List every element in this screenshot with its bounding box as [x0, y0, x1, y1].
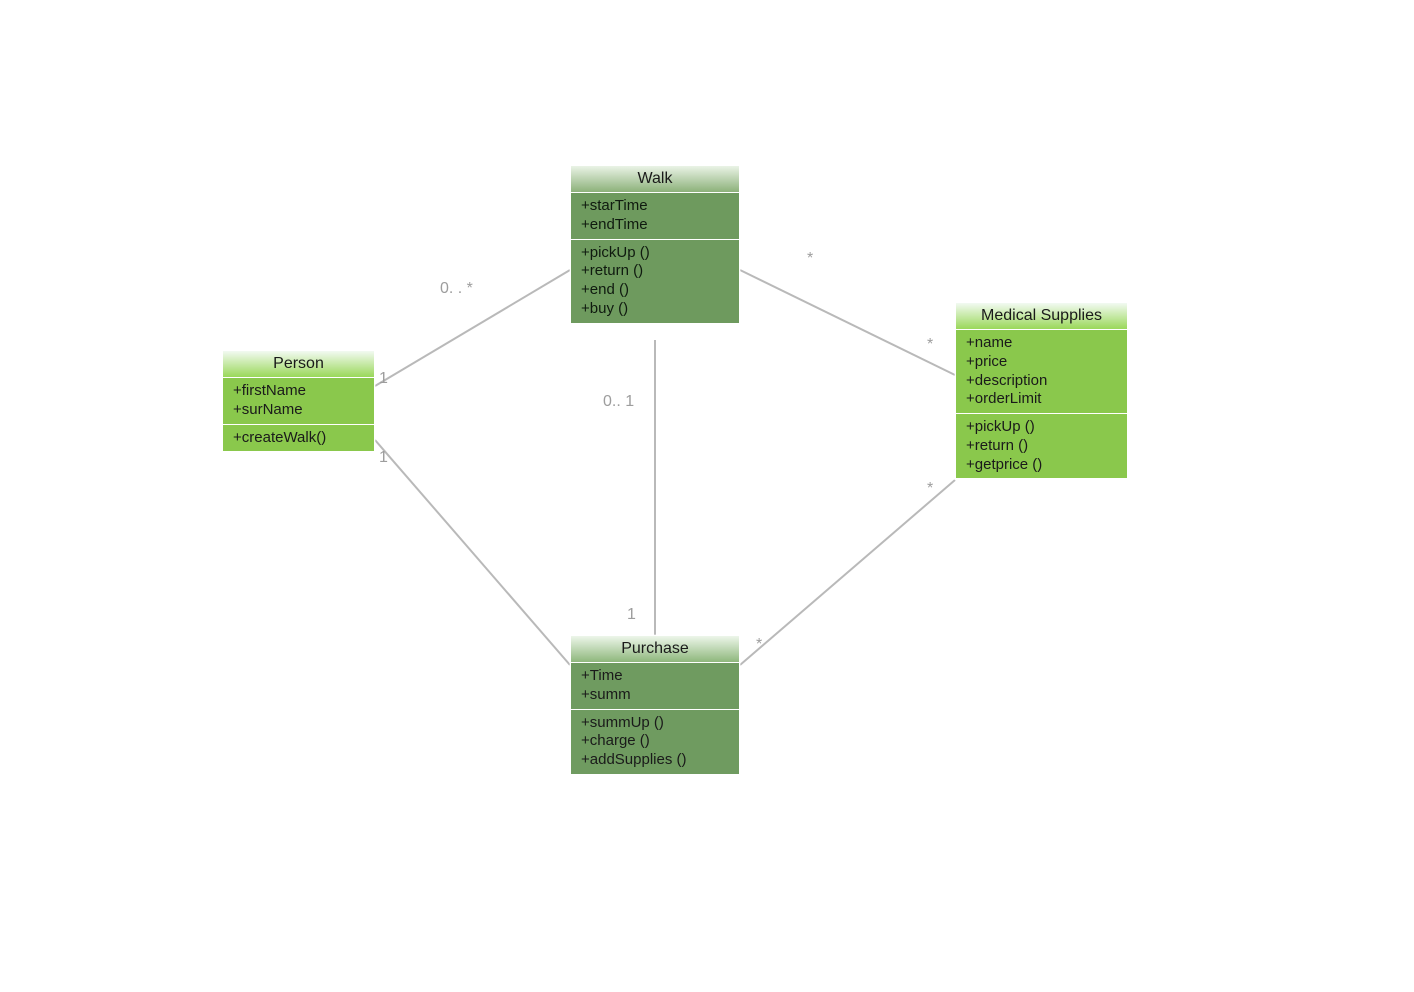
- op: +pickUp (): [966, 418, 1117, 437]
- class-person-header: Person: [223, 351, 374, 378]
- mult-walk-purchase-walk: 0.. 1: [603, 393, 634, 411]
- op: +addSupplies (): [581, 751, 729, 770]
- mult-walk-purchase-purchase: 1: [627, 606, 636, 624]
- diagram-canvas: 1 0. . * 1 * * * * 0.. 1 1 Person +first…: [0, 0, 1414, 992]
- attr: +firstName: [233, 382, 364, 401]
- op: +buy (): [581, 300, 729, 319]
- class-walk-header: Walk: [571, 166, 739, 193]
- class-purchase-header: Purchase: [571, 636, 739, 663]
- class-medical-ops: +pickUp () +return () +getprice (): [956, 414, 1127, 478]
- class-medical[interactable]: Medical Supplies +name +price +descripti…: [955, 302, 1128, 479]
- class-walk[interactable]: Walk +starTime +endTime +pickUp () +retu…: [570, 165, 740, 324]
- class-medical-header: Medical Supplies: [956, 303, 1127, 330]
- connectors: [0, 0, 1414, 992]
- attr: +orderLimit: [966, 390, 1117, 409]
- attr: +price: [966, 353, 1117, 372]
- mult-person-purchase-person: 1: [379, 449, 388, 467]
- op: +createWalk(): [233, 429, 364, 448]
- attr: +description: [966, 372, 1117, 391]
- mult-purchase-medical-purchase: *: [756, 636, 762, 654]
- class-medical-attrs: +name +price +description +orderLimit: [956, 330, 1127, 414]
- op: +return (): [966, 437, 1117, 456]
- mult-walk-medical-medical: *: [927, 336, 933, 354]
- class-person-attrs: +firstName +surName: [223, 378, 374, 425]
- attr: +surName: [233, 401, 364, 420]
- class-person-ops: +createWalk(): [223, 425, 374, 452]
- mult-purchase-medical-medical: *: [927, 480, 933, 498]
- op: +pickUp (): [581, 244, 729, 263]
- class-walk-ops: +pickUp () +return () +end () +buy (): [571, 240, 739, 323]
- op: +summUp (): [581, 714, 729, 733]
- op: +return (): [581, 262, 729, 281]
- op: +charge (): [581, 732, 729, 751]
- attr: +summ: [581, 686, 729, 705]
- attr: +name: [966, 334, 1117, 353]
- class-purchase-attrs: +Time +summ: [571, 663, 739, 710]
- mult-person-walk-walk: 0. . *: [440, 280, 473, 298]
- mult-walk-medical-walk: *: [807, 250, 813, 268]
- class-walk-attrs: +starTime +endTime: [571, 193, 739, 240]
- attr: +endTime: [581, 216, 729, 235]
- attr: +starTime: [581, 197, 729, 216]
- class-person[interactable]: Person +firstName +surName +createWalk(): [222, 350, 375, 452]
- mult-person-walk-person: 1: [379, 370, 388, 388]
- op: +getprice (): [966, 456, 1117, 475]
- class-purchase[interactable]: Purchase +Time +summ +summUp () +charge …: [570, 635, 740, 775]
- op: +end (): [581, 281, 729, 300]
- attr: +Time: [581, 667, 729, 686]
- class-purchase-ops: +summUp () +charge () +addSupplies (): [571, 710, 739, 774]
